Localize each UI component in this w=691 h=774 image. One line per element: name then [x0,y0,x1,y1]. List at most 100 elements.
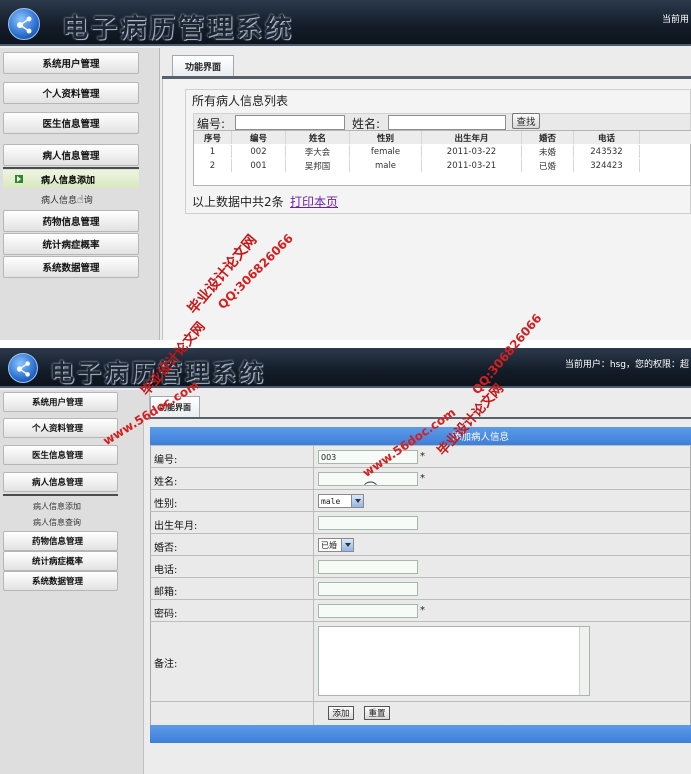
app-logo-icon [8,8,40,40]
sidebar-subitem-label: 病人信息添加 [41,175,96,186]
form-row-married: 婚否: 已婚 [150,533,691,555]
add-button[interactable]: 添加 [328,706,354,720]
sidebar-item-doctors[interactable]: 医生信息管理 [3,445,118,465]
phone-input[interactable] [318,560,418,574]
sidebar-subitem-patient-add[interactable]: 病人信息添加 [3,170,139,188]
screenshot-gap [0,340,691,348]
search-button[interactable]: 查找 [512,113,540,129]
required-mark: * [420,451,425,462]
filter-name-input[interactable] [388,115,506,130]
user-info: 当前用户：hsg，您的权限：超 [564,360,689,370]
table-cell: 243532 [574,145,640,158]
column-header: 序号 [194,131,232,144]
sidebar-subitem-patient-query[interactable]: 病人信息查询 [3,514,118,530]
table-header: 序号 编号 姓名 性别 出生年月 婚否 电话 [194,131,691,144]
table-row[interactable]: 1 002 李大会 female 2011-03-22 未婚 243532 [194,145,691,158]
sidebar-item-patients[interactable]: 病人信息管理 [3,472,118,492]
actions-cell: 添加 重置 [313,702,691,725]
table-cell: 李大会 [286,145,350,158]
gender-select-value: male [321,496,341,506]
field-value-cell: * [313,600,691,621]
password-input[interactable] [318,604,418,618]
app-header: 电子病历管理系统 当前用 [0,0,691,46]
field-label: 姓名: [154,477,178,488]
married-select[interactable]: 已婚 [318,538,354,552]
reset-button[interactable]: 重置 [364,706,390,720]
form-row-phone: 电话: [150,555,691,577]
field-label: 电话: [154,565,178,576]
sidebar-item-doctors[interactable]: 医生信息管理 [3,112,139,134]
form-row-email: 邮箱: [150,577,691,599]
app-header: 电子病历管理系统 当前用户：hsg，您的权限：超 [0,348,691,388]
sidebar-item-system-data[interactable]: 系统数据管理 [3,256,139,278]
form-row-notes: 备注: [150,621,691,701]
sidebar-item-system-users[interactable]: 系统用户管理 [3,392,118,412]
sidebar-subitem-patient-query[interactable]: 病人信息 ☝ 询 [3,190,139,208]
patient-id-input[interactable]: 003 [318,450,418,464]
sidebar-item-statistics[interactable]: 统计病症概率 [3,551,118,571]
tab-function[interactable]: 功能界面 [150,396,200,418]
table-cell: 未婚 [522,145,574,158]
sidebar-item-statistics[interactable]: 统计病症概率 [3,233,139,255]
app-title: 电子病历管理系统 [50,358,266,387]
tab-underline [150,417,691,419]
field-label: 性别: [154,499,178,510]
column-header: 电话 [574,131,640,144]
record-count-text: 以上数据中共2条 [192,195,284,209]
sidebar-item-profile[interactable]: 个人资料管理 [3,82,139,104]
sidebar-item-system-data[interactable]: 系统数据管理 [3,571,118,591]
table-cell: 已婚 [522,159,574,172]
arrow-icon [15,175,23,183]
form-row-id: 编号: 003 * [150,445,691,467]
filter-id-input[interactable] [235,115,345,130]
sidebar-subitem-patient-add[interactable]: 病人信息添加 [3,498,118,514]
sidebar-item-drugs[interactable]: 药物信息管理 [3,210,139,232]
required-mark: * [420,605,425,616]
field-value-cell [313,578,691,599]
hand-cursor-icon: ☝ [77,192,84,206]
form-row-actions: 添加 重置 [150,701,691,725]
pointer-cursor-icon: ⌒ [364,482,378,497]
form-row-gender: 性别: male [150,489,691,511]
sidebar-subitem-label-tail: 询 [83,195,93,206]
sidebar: 系统用户管理 个人资料管理 医生信息管理 病人信息管理 病人信息添加 病人信息查… [0,390,150,774]
app-logo-icon [8,353,38,383]
table-cell: female [350,145,422,158]
field-label: 密码: [154,609,178,620]
column-header: 性别 [350,131,422,144]
patient-list-title: 所有病人信息列表 [192,94,289,108]
table-cell: 吴邦国 [286,159,350,172]
field-value-cell [313,512,691,533]
field-value-cell: 003 * [313,446,691,467]
sidebar-item-profile[interactable]: 个人资料管理 [3,418,118,438]
table-row[interactable]: 2 001 吴邦国 male 2011-03-21 已婚 324423 [194,159,691,172]
field-label: 婚否: [154,543,178,554]
gender-select[interactable]: male [318,494,364,508]
patient-table: 序号 编号 姓名 性别 出生年月 婚否 电话 1 002 李大会 female … [193,130,691,186]
patient-list-screen: 电子病历管理系统 当前用 系统用户管理 个人资料管理 医生信息管理 病人信息管理… [0,0,691,340]
table-cell: 2011-03-21 [422,159,522,172]
birth-date-input[interactable] [318,516,418,530]
form-row-birth: 出生年月: [150,511,691,533]
table-cell: 324423 [574,159,640,172]
required-mark: * [420,473,425,484]
sidebar-item-patients[interactable]: 病人信息管理 [3,144,139,166]
field-value-cell: 已婚 [313,534,691,555]
sidebar-item-system-users[interactable]: 系统用户管理 [3,52,139,74]
notes-textarea[interactable] [318,626,590,696]
table-cell: male [350,159,422,172]
column-header: 出生年月 [422,131,522,144]
field-label: 邮箱: [154,587,178,598]
column-header: 婚否 [522,131,574,144]
column-header: 编号 [232,131,286,144]
table-cell: 001 [232,159,286,172]
tab-function[interactable]: 功能界面 [172,55,234,77]
email-input[interactable] [318,582,418,596]
column-header: 姓名 [286,131,350,144]
field-value-cell [313,556,691,577]
form-row-name: 姓名: * [150,467,691,489]
sidebar-item-drugs[interactable]: 药物信息管理 [3,531,118,551]
print-page-link[interactable]: 打印本页 [290,193,338,210]
textarea-scrollbar[interactable] [579,627,589,695]
form-title: 添加病人信息 [150,427,691,445]
